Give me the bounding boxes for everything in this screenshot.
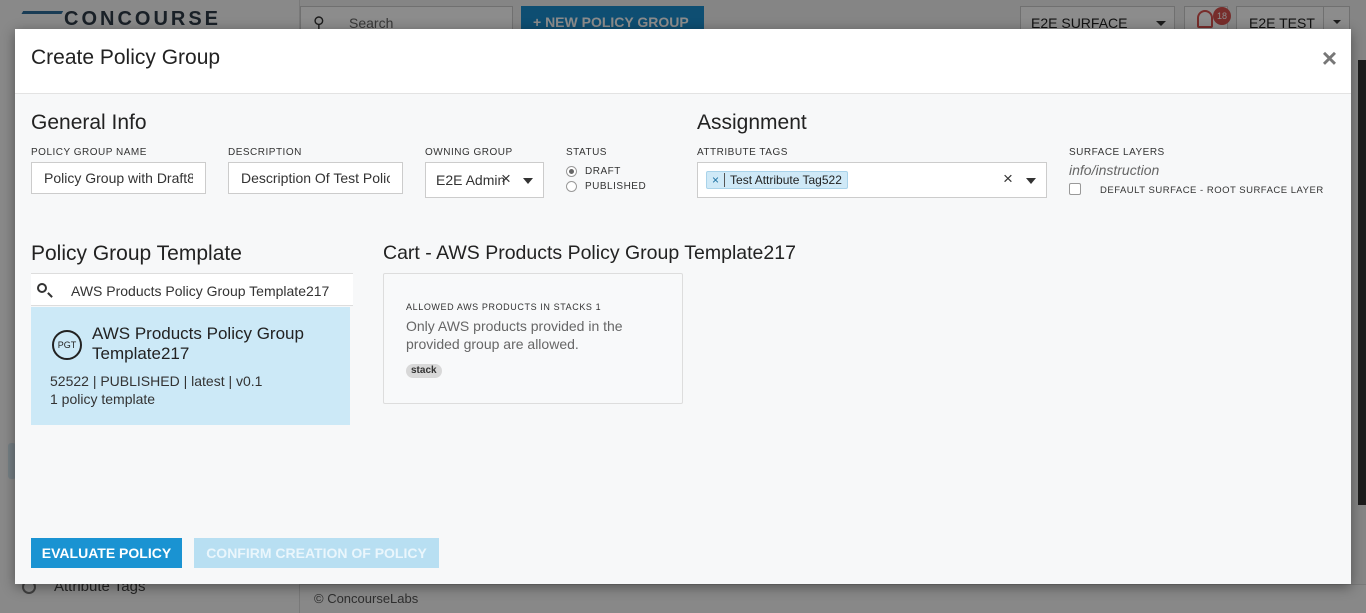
- description-input[interactable]: [228, 162, 403, 194]
- template-card-meta: 52522 | PUBLISHED | latest | v0.1: [50, 373, 263, 389]
- attribute-tag-label: Test Attribute Tag522: [730, 173, 842, 187]
- policy-card[interactable]: ALLOWED AWS PRODUCTS IN STACKS 1 Only AW…: [383, 273, 683, 404]
- attribute-tags-label: ATTRIBUTE TAGS: [697, 147, 788, 158]
- owning-group-select[interactable]: E2E Admin ×: [425, 162, 544, 198]
- description-label: DESCRIPTION: [228, 147, 302, 158]
- policy-card-label: ALLOWED AWS PRODUCTS IN STACKS 1: [406, 302, 602, 312]
- create-policy-group-modal: Create Policy Group × General Info POLIC…: [15, 29, 1351, 584]
- status-published-radio[interactable]: PUBLISHED: [566, 181, 646, 192]
- policy-card-description: Only AWS products provided in the provid…: [406, 318, 623, 352]
- pgt-icon: PGT: [52, 330, 82, 360]
- assignment-title: Assignment: [697, 111, 807, 134]
- status-published-label: PUBLISHED: [585, 181, 647, 192]
- owning-group-value: E2E Admin: [436, 172, 506, 188]
- template-card-count: 1 policy template: [50, 391, 156, 407]
- radio-unchecked-icon[interactable]: [566, 181, 577, 192]
- status-draft-radio[interactable]: DRAFT: [566, 166, 621, 177]
- clear-icon[interactable]: ×: [501, 169, 511, 189]
- template-card[interactable]: PGT AWS Products Policy Group Template21…: [31, 307, 350, 425]
- attribute-tags-select[interactable]: × Test Attribute Tag522 ×: [697, 162, 1047, 198]
- owning-group-label: OWNING GROUP: [425, 147, 513, 158]
- template-card-title: AWS Products Policy Group Template217: [92, 324, 304, 363]
- evaluate-policy-button[interactable]: EVALUATE POLICY: [31, 538, 182, 568]
- policy-tag-badge: stack: [406, 364, 442, 378]
- status-label: STATUS: [566, 147, 607, 158]
- default-surface-label: DEFAULT SURFACE - ROOT SURFACE LAYER: [1100, 185, 1324, 196]
- status-draft-label: DRAFT: [585, 166, 621, 177]
- confirm-creation-button[interactable]: CONFIRM CREATION OF POLICY: [194, 538, 439, 568]
- radio-checked-icon[interactable]: [566, 166, 577, 177]
- modal-title: Create Policy Group: [31, 46, 221, 69]
- chevron-down-icon[interactable]: [1026, 178, 1036, 189]
- template-search-input[interactable]: AWS Products Policy Group Template217: [31, 273, 353, 306]
- remove-tag-icon[interactable]: ×: [707, 173, 726, 187]
- cart-section-title: Cart - AWS Products Policy Group Templat…: [383, 242, 796, 264]
- template-search-value: AWS Products Policy Group Template217: [71, 283, 330, 299]
- template-section-title: Policy Group Template: [31, 242, 242, 265]
- general-info-title: General Info: [31, 111, 147, 134]
- close-icon[interactable]: ×: [1322, 43, 1337, 74]
- chevron-down-icon[interactable]: [523, 178, 533, 189]
- clear-icon[interactable]: ×: [1003, 169, 1013, 189]
- attribute-tag-chip: × Test Attribute Tag522: [706, 171, 848, 189]
- search-icon: [37, 283, 47, 293]
- surface-layers-hint: info/instruction: [1069, 162, 1160, 178]
- default-surface-checkbox[interactable]: [1069, 183, 1081, 195]
- surface-layers-label: SURFACE LAYERS: [1069, 147, 1165, 158]
- policy-group-name-input[interactable]: [31, 162, 206, 194]
- policy-group-name-label: POLICY GROUP NAME: [31, 147, 147, 158]
- modal-header: Create Policy Group ×: [15, 29, 1351, 94]
